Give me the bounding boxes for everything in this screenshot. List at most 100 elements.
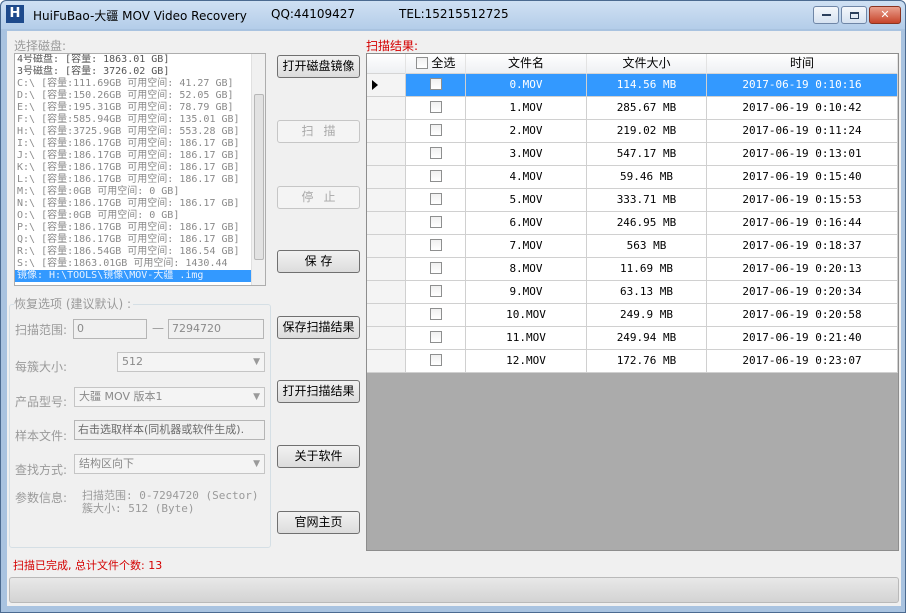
open-scan-results-button[interactable]: 打开扫描结果 [277,380,360,403]
table-row[interactable]: 12.MOV 172.76 MB 2017-06-19 0:23:07 [367,350,898,373]
disk-list-item[interactable]: J:\ [容量:186.17GB 可用空间: 186.17 GB] [15,150,265,162]
table-row[interactable]: 6.MOV 246.95 MB 2017-06-19 0:16:44 [367,212,898,235]
row-indicator[interactable] [367,74,406,96]
stop-button[interactable]: 停止 [277,186,360,209]
close-button[interactable]: ✕ [869,6,901,24]
file-size-cell[interactable]: 246.95 MB [587,212,707,234]
row-checkbox[interactable] [429,78,442,90]
disk-list-item[interactable]: L:\ [容量:186.17GB 可用空间: 186.17 GB] [15,174,265,186]
row-checkbox[interactable] [429,101,442,113]
row-indicator[interactable] [367,281,406,303]
file-time-cell[interactable]: 2017-06-19 0:23:07 [707,350,898,372]
file-size-cell[interactable]: 114.56 MB [587,74,707,96]
row-checkbox[interactable] [429,285,442,297]
file-size-cell[interactable]: 333.71 MB [587,189,707,211]
file-name-cell[interactable]: 3.MOV [466,143,587,165]
table-row[interactable]: 7.MOV 563 MB 2017-06-19 0:18:37 [367,235,898,258]
row-select-cell[interactable] [406,350,466,372]
file-time-cell[interactable]: 2017-06-19 0:10:16 [707,74,898,96]
row-indicator[interactable] [367,212,406,234]
file-time-cell[interactable]: 2017-06-19 0:10:42 [707,97,898,119]
row-select-cell[interactable] [406,281,466,303]
row-indicator[interactable] [367,97,406,119]
disk-list-item[interactable]: N:\ [容量:186.17GB 可用空间: 186.17 GB] [15,198,265,210]
select-all-checkbox[interactable] [415,57,428,69]
file-time-cell[interactable]: 2017-06-19 0:20:34 [707,281,898,303]
disk-list-item[interactable]: K:\ [容量:186.17GB 可用空间: 186.17 GB] [15,162,265,174]
file-name-cell[interactable]: 4.MOV [466,166,587,188]
row-checkbox[interactable] [429,216,442,228]
file-time-cell[interactable]: 2017-06-19 0:20:58 [707,304,898,326]
table-row[interactable]: 10.MOV 249.9 MB 2017-06-19 0:20:58 [367,304,898,327]
file-time-cell[interactable]: 2017-06-19 0:15:40 [707,166,898,188]
row-select-cell[interactable] [406,120,466,142]
row-select-cell[interactable] [406,189,466,211]
row-select-cell[interactable] [406,212,466,234]
save-scan-results-button[interactable]: 保存扫描结果 [277,316,360,339]
row-select-cell[interactable] [406,235,466,257]
disk-list-item[interactable]: S:\ [容量:1863.01GB 可用空间: 1430.44 [15,258,265,270]
model-select[interactable]: 大疆 MOV 版本1 ▼ [74,387,265,407]
disk-list-item[interactable]: I:\ [容量:186.17GB 可用空间: 186.17 GB] [15,138,265,150]
disk-list-item[interactable]: O:\ [容量:0GB 可用空间: 0 GB] [15,210,265,222]
disk-list-item[interactable]: 3号磁盘: [容量: 3726.02 GB] [15,66,265,78]
row-select-cell[interactable] [406,166,466,188]
row-checkbox[interactable] [429,170,442,182]
file-name-cell[interactable]: 11.MOV [466,327,587,349]
disk-list-item[interactable]: E:\ [容量:195.31GB 可用空间: 78.79 GB] [15,102,265,114]
file-time-cell[interactable]: 2017-06-19 0:13:01 [707,143,898,165]
file-time-cell[interactable]: 2017-06-19 0:20:13 [707,258,898,280]
file-name-cell[interactable]: 10.MOV [466,304,587,326]
sample-file-field[interactable]: 右击选取样本(同机器或软件生成). [74,420,265,440]
table-row[interactable]: 11.MOV 249.94 MB 2017-06-19 0:21:40 [367,327,898,350]
disk-list-scrollbar[interactable] [251,54,265,285]
row-indicator[interactable] [367,120,406,142]
row-indicator[interactable] [367,189,406,211]
row-select-cell[interactable] [406,74,466,96]
file-size-cell[interactable]: 563 MB [587,235,707,257]
row-indicator[interactable] [367,350,406,372]
row-select-cell[interactable] [406,258,466,280]
file-size-cell[interactable]: 63.13 MB [587,281,707,303]
row-select-cell[interactable] [406,143,466,165]
row-indicator[interactable] [367,258,406,280]
row-indicator[interactable] [367,327,406,349]
disk-list-item[interactable]: F:\ [容量:585.94GB 可用空间: 135.01 GB] [15,114,265,126]
file-time-cell[interactable]: 2017-06-19 0:16:44 [707,212,898,234]
file-size-cell[interactable]: 249.9 MB [587,304,707,326]
row-checkbox[interactable] [429,147,442,159]
file-name-cell[interactable]: 1.MOV [466,97,587,119]
disk-list-item[interactable]: M:\ [容量:0GB 可用空间: 0 GB] [15,186,265,198]
column-header-time[interactable]: 时间 [707,54,898,74]
file-name-cell[interactable]: 7.MOV [466,235,587,257]
table-row[interactable]: 8.MOV 11.69 MB 2017-06-19 0:20:13 [367,258,898,281]
file-time-cell[interactable]: 2017-06-19 0:11:24 [707,120,898,142]
scan-end-field[interactable]: 7294720 [168,319,264,339]
table-row[interactable]: 5.MOV 333.71 MB 2017-06-19 0:15:53 [367,189,898,212]
file-name-cell[interactable]: 0.MOV [466,74,587,96]
save-button[interactable]: 保 存 [277,250,360,273]
column-header-name[interactable]: 文件名 [466,54,587,74]
cluster-size-select[interactable]: 512 ▼ [117,352,265,372]
disk-list-item[interactable]: D:\ [容量:150.26GB 可用空间: 52.05 GB] [15,90,265,102]
row-indicator[interactable] [367,166,406,188]
row-checkbox[interactable] [429,124,442,136]
disk-list-item[interactable]: 镜像: H:\TOOLS\镜像\MOV-大疆 .img [15,270,265,282]
file-size-cell[interactable]: 11.69 MB [587,258,707,280]
file-name-cell[interactable]: 2.MOV [466,120,587,142]
file-size-cell[interactable]: 547.17 MB [587,143,707,165]
file-name-cell[interactable]: 12.MOV [466,350,587,372]
scan-button[interactable]: 扫描 [277,120,360,143]
file-name-cell[interactable]: 6.MOV [466,212,587,234]
column-header-size[interactable]: 文件大小 [587,54,707,74]
row-select-cell[interactable] [406,97,466,119]
row-select-cell[interactable] [406,327,466,349]
row-indicator[interactable] [367,304,406,326]
file-time-cell[interactable]: 2017-06-19 0:18:37 [707,235,898,257]
about-button[interactable]: 关于软件 [277,445,360,468]
disk-list-item[interactable]: Q:\ [容量:186.17GB 可用空间: 186.17 GB] [15,234,265,246]
file-name-cell[interactable]: 9.MOV [466,281,587,303]
row-checkbox[interactable] [429,354,442,366]
table-row[interactable]: 3.MOV 547.17 MB 2017-06-19 0:13:01 [367,143,898,166]
table-row[interactable]: 1.MOV 285.67 MB 2017-06-19 0:10:42 [367,97,898,120]
